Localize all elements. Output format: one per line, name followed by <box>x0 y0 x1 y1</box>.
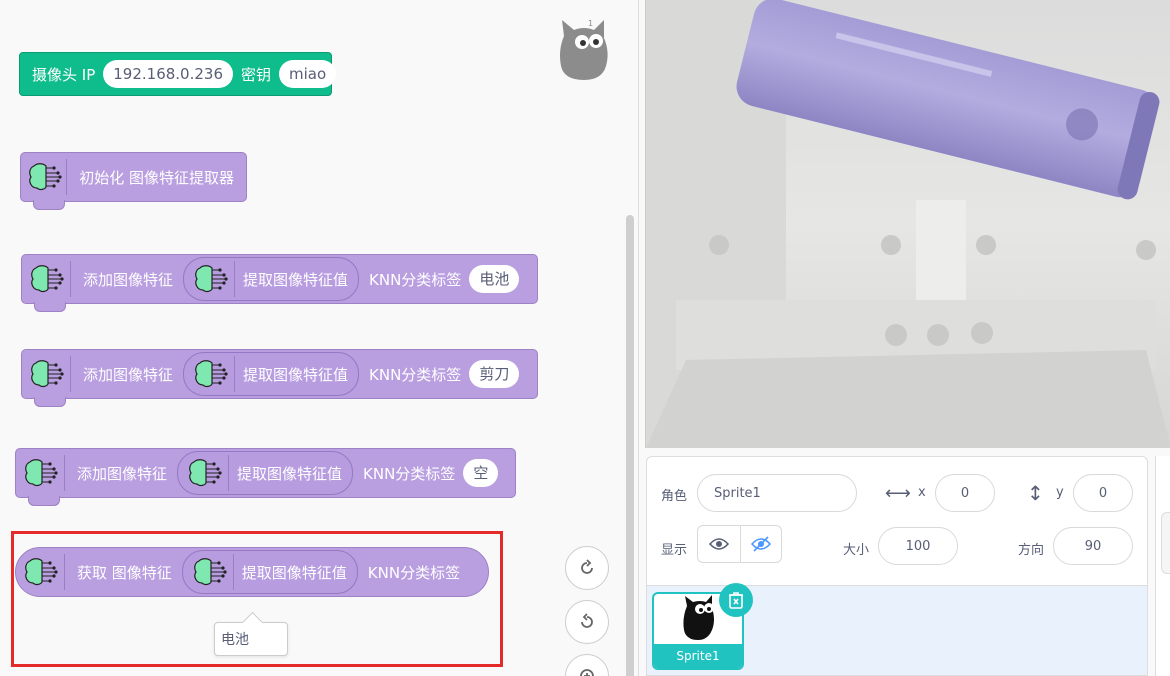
camera-ip-input[interactable]: 192.168.0.236 <box>103 60 233 88</box>
size-input[interactable]: 100 <box>878 527 958 565</box>
stage-selector-panel <box>1155 456 1170 676</box>
hide-button[interactable] <box>740 525 782 563</box>
add-feature-label: 添加图像特征 <box>77 464 168 483</box>
x-arrow-icon: ⟷ <box>885 483 911 504</box>
sprite-label: 角色 <box>661 489 688 504</box>
stage-camera-view[interactable] <box>645 0 1170 448</box>
eye-off-icon <box>751 536 771 552</box>
brain-icon <box>26 259 68 299</box>
tag-input[interactable]: 剪刀 <box>469 360 520 388</box>
knn-label: KNN分类标签 <box>363 464 456 483</box>
zoom-reset-icon <box>580 669 594 676</box>
y-arrow-icon: ↕ <box>1027 481 1044 505</box>
extract-feature-label: 提取图像特征值 <box>243 270 349 289</box>
extract-feature-reporter[interactable]: 提取图像特征值 <box>183 352 360 396</box>
zoom-reset-button[interactable] <box>565 654 609 676</box>
workspace-scrollbar[interactable] <box>626 215 634 676</box>
camera-ip-label: 摄像头 IP <box>32 65 96 84</box>
add-feature-label: 添加图像特征 <box>83 365 174 384</box>
add-feature-block[interactable]: 添加图像特征 提取图像特征值 KNN分类标签 剪刀 <box>21 349 538 407</box>
delete-sprite-button[interactable] <box>719 583 753 617</box>
camera-ip-block[interactable]: 摄像头 IP 192.168.0.236 密钥 miao <box>19 52 337 96</box>
knn-label: KNN分类标签 <box>369 270 462 289</box>
tag-input[interactable]: 电池 <box>469 265 520 293</box>
brain-icon <box>190 259 232 299</box>
init-label: 初始化 图像特征提取器 <box>79 168 234 187</box>
key-input[interactable]: miao <box>279 60 337 88</box>
size-label: 大小 <box>843 543 870 558</box>
brain-icon <box>20 453 62 493</box>
key-label: 密钥 <box>241 65 272 84</box>
extract-feature-reporter[interactable]: 提取图像特征值 <box>183 257 360 301</box>
extract-feature-reporter[interactable]: 提取图像特征值 <box>177 451 354 495</box>
x-input[interactable]: 0 <box>935 474 995 512</box>
direction-input[interactable]: 90 <box>1053 527 1133 565</box>
sprite-thumbnail-label: Sprite1 <box>654 644 742 668</box>
add-feature-block[interactable]: 添加图像特征 提取图像特征值 KNN分类标签 电池 <box>21 254 538 312</box>
add-feature-block[interactable]: 添加图像特征 提取图像特征值 KNN分类标签 空 <box>15 448 516 506</box>
camera-feed-image <box>646 0 1170 448</box>
y-input[interactable]: 0 <box>1073 474 1133 512</box>
direction-label: 方向 <box>1018 543 1045 558</box>
brain-icon <box>25 157 64 197</box>
sprite-info-panel: 角色 Sprite1 ⟷ x 0 ↕ y 0 显示 大小 100 方向 90 <box>646 456 1148 586</box>
svg-text:1: 1 <box>588 19 593 28</box>
zoom-in-button[interactable] <box>565 546 609 590</box>
extract-feature-label: 提取图像特征值 <box>237 464 343 483</box>
code-workspace[interactable]: 摄像头 IP 192.168.0.236 密钥 miao 初始化 图像特征提取器… <box>0 0 639 676</box>
add-feature-label: 添加图像特征 <box>83 270 174 289</box>
zoom-out-button[interactable] <box>565 600 609 644</box>
sprite-watermark-icon: 1 <box>558 18 610 84</box>
sprite-name-input[interactable]: Sprite1 <box>697 474 857 512</box>
x-label: x <box>918 485 926 500</box>
brain-icon <box>184 453 226 493</box>
tag-input[interactable]: 空 <box>463 459 499 487</box>
zoom-out-icon <box>581 613 593 628</box>
init-extractor-block[interactable]: 初始化 图像特征提取器 <box>20 152 247 210</box>
knn-label: KNN分类标签 <box>369 365 462 384</box>
zoom-in-icon <box>581 559 593 574</box>
eye-icon <box>709 538 729 550</box>
result-tooltip: 电池 <box>214 622 288 656</box>
brain-icon <box>26 354 68 394</box>
show-visible-button[interactable] <box>697 525 741 563</box>
extract-feature-label: 提取图像特征值 <box>243 365 349 384</box>
y-label: y <box>1056 485 1064 500</box>
brain-icon <box>190 354 232 394</box>
show-label: 显示 <box>661 543 688 558</box>
trash-icon <box>729 592 743 609</box>
